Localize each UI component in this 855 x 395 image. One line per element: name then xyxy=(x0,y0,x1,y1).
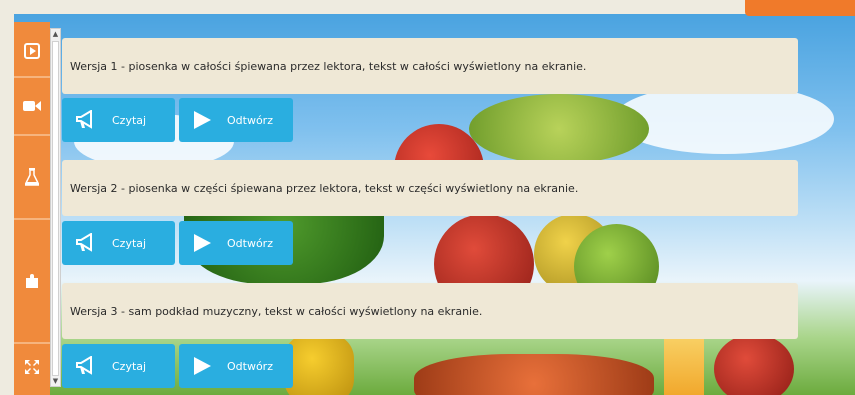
version-2-description: Wersja 2 - piosenka w części śpiewana pr… xyxy=(62,160,798,216)
play-icon xyxy=(185,110,219,130)
scroll-down-arrow[interactable]: ▼ xyxy=(51,376,60,386)
read-label: Czytaj xyxy=(112,359,147,373)
vegetables xyxy=(414,354,654,395)
video-camera-icon xyxy=(23,101,41,111)
top-tab[interactable] xyxy=(745,0,855,16)
version-1-text: Wersja 1 - piosenka w całości śpiewana p… xyxy=(70,59,587,73)
version-2-text: Wersja 2 - piosenka w części śpiewana pr… xyxy=(70,181,579,195)
pepper xyxy=(284,334,354,395)
read-label: Czytaj xyxy=(112,236,147,250)
version-1-description: Wersja 1 - piosenka w całości śpiewana p… xyxy=(62,38,798,94)
play-label: Odtwórz xyxy=(227,113,273,127)
play-button-version-1[interactable]: Odtwórz xyxy=(179,98,293,142)
version-3-text: Wersja 3 - sam podkład muzyczny, tekst w… xyxy=(70,304,483,318)
flask-icon xyxy=(25,168,39,186)
read-button-version-3[interactable]: Czytaj xyxy=(62,344,175,388)
grapes xyxy=(469,94,649,164)
megaphone-icon xyxy=(70,356,104,376)
cloud xyxy=(614,84,834,154)
tomato xyxy=(714,334,794,395)
read-label: Czytaj xyxy=(112,113,147,127)
vertical-scrollbar[interactable]: ▲ ▼ xyxy=(50,28,61,387)
sidebar xyxy=(14,22,50,395)
play-button-version-2[interactable]: Odtwórz xyxy=(179,221,293,265)
puzzle-icon xyxy=(26,274,38,288)
read-button-version-1[interactable]: Czytaj xyxy=(62,98,175,142)
sidebar-item-puzzle[interactable] xyxy=(14,220,50,344)
scroll-up-arrow[interactable]: ▲ xyxy=(51,29,60,39)
read-button-version-2[interactable]: Czytaj xyxy=(62,221,175,265)
play-icon xyxy=(185,233,219,253)
sidebar-item-media[interactable] xyxy=(14,26,50,78)
megaphone-icon xyxy=(70,110,104,130)
play-square-icon xyxy=(24,43,40,59)
megaphone-icon xyxy=(70,233,104,253)
sidebar-item-fullscreen[interactable] xyxy=(14,344,50,390)
fullscreen-icon xyxy=(25,360,39,374)
play-label: Odtwórz xyxy=(227,236,273,250)
sidebar-item-experiment[interactable] xyxy=(14,136,50,220)
sidebar-item-video[interactable] xyxy=(14,78,50,136)
version-3-description: Wersja 3 - sam podkład muzyczny, tekst w… xyxy=(62,283,798,339)
play-label: Odtwórz xyxy=(227,359,273,373)
scroll-thumb[interactable] xyxy=(52,41,59,376)
play-icon xyxy=(185,356,219,376)
play-button-version-3[interactable]: Odtwórz xyxy=(179,344,293,388)
